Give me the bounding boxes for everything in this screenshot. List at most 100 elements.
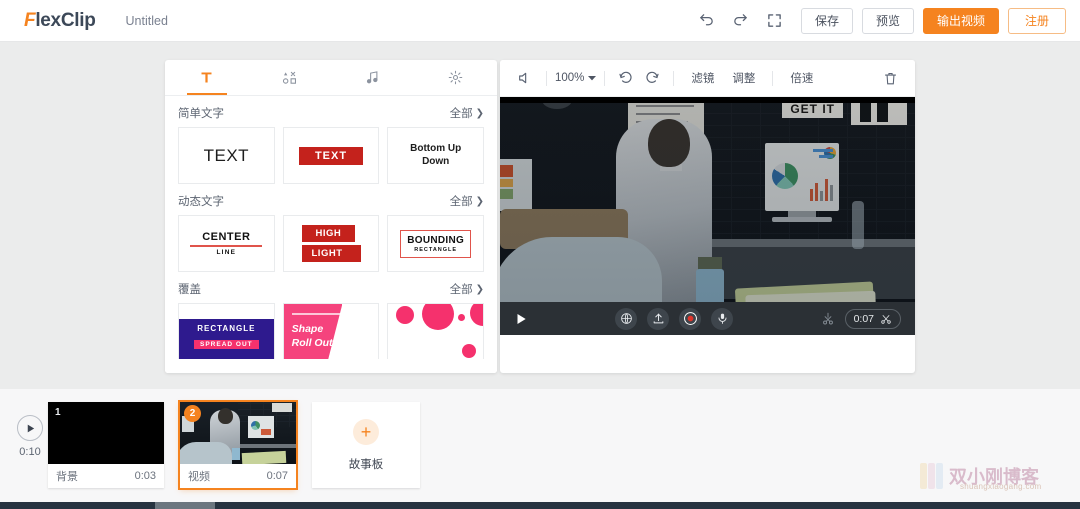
preview-toolbar: 100% 滤镜 调整 倍速 — [500, 60, 915, 97]
toolbar-divider — [772, 70, 774, 86]
clip-duration: 0:07 — [266, 470, 288, 482]
timeline-clip[interactable]: 1 背景 0:03 — [48, 402, 164, 488]
microphone-icon[interactable] — [711, 307, 734, 330]
redo-icon[interactable] — [724, 4, 758, 38]
template-card[interactable]: BOUNDING RECTANGLE — [387, 215, 485, 272]
plus-icon: + — [353, 418, 379, 445]
tab-music[interactable] — [331, 60, 414, 95]
zoom-level-dropdown[interactable]: 100% — [555, 72, 597, 84]
template-label-group: CENTER LINE — [190, 231, 263, 256]
tab-shapes[interactable] — [248, 60, 331, 95]
clip-name: 背景 — [56, 471, 78, 483]
filter-button[interactable]: 滤镜 — [691, 70, 714, 86]
save-button[interactable]: 保存 — [800, 7, 853, 34]
template-card[interactable]: Bottom Up Down — [387, 127, 485, 184]
chevron-right-icon: ❯ — [475, 107, 484, 119]
timeline-play-group: 0:10 — [8, 415, 52, 458]
template-label-line2: Down — [422, 155, 450, 167]
dot-decoration — [458, 314, 466, 321]
flexclip-logo[interactable]: FlexClip — [24, 10, 96, 32]
upload-icon[interactable] — [647, 307, 670, 330]
template-row-overlay: RECTANGLE SPREAD OUT Shape Roll Out — [165, 303, 497, 360]
section-see-all-link[interactable]: 全部 ❯ — [450, 193, 484, 209]
add-storyboard-label: 故事板 — [348, 458, 384, 471]
dot-decoration — [396, 306, 415, 324]
timeline-bar: 0:10 1 背景 0:03 2 视频 0:07 + 故事板 — [0, 389, 1080, 502]
dot-decoration — [470, 304, 484, 326]
video-preview-stage[interactable]: GET IT — [500, 97, 915, 335]
timeline-clip[interactable]: 2 视频 0:07 — [180, 402, 296, 488]
player-trim-group: 0:07 — [821, 308, 901, 329]
player-action-group — [615, 307, 734, 330]
section-see-all-link[interactable]: 全部 ❯ — [450, 105, 484, 121]
panel-content[interactable]: 简单文字 全部 ❯ TEXT TEXT Bottom Up Down 动态文字 — [165, 96, 497, 373]
volume-icon[interactable] — [512, 65, 538, 91]
horizontal-scrollbar[interactable] — [155, 502, 215, 509]
template-card[interactable]: TEXT — [178, 127, 275, 184]
template-label-line2: Roll Out — [291, 336, 333, 349]
timeline-play-button[interactable] — [17, 415, 43, 441]
current-time-label: 0:07 — [853, 312, 874, 325]
template-label-group: BOUNDING RECTANGLE — [400, 229, 472, 258]
section-header-overlay: 覆盖 全部 ❯ — [165, 272, 497, 303]
template-label-group: HIGH LIGHT — [301, 225, 361, 262]
panel-bottom-fade — [165, 359, 497, 373]
add-storyboard-button[interactable]: + 故事板 — [312, 402, 420, 488]
template-label-line2: LINE — [216, 248, 237, 256]
panel-tab-bar — [165, 60, 497, 96]
trash-icon[interactable] — [877, 65, 903, 91]
preview-button[interactable]: 预览 — [861, 7, 914, 34]
see-all-label: 全部 — [449, 196, 473, 208]
adjust-button[interactable]: 调整 — [732, 70, 755, 86]
app-header: FlexClip Untitled 保存 预览 输出视频 注册 — [0, 0, 1080, 42]
rotate-right-icon[interactable] — [639, 65, 665, 91]
toolbar-divider — [546, 70, 547, 86]
clip-name: 视频 — [188, 471, 210, 483]
clip-thumbnail: 2 — [180, 402, 296, 464]
clip-meta: 背景 0:03 — [48, 464, 164, 488]
section-see-all-link[interactable]: 全部 ❯ — [450, 281, 484, 297]
template-label-line1: RECTANGLE — [197, 324, 256, 333]
tab-text[interactable] — [165, 60, 248, 95]
template-card[interactable] — [387, 303, 485, 360]
trim-time-pill[interactable]: 0:07 — [844, 308, 901, 329]
dot-decoration — [462, 344, 477, 358]
timeline-clip-list: 1 背景 0:03 2 视频 0:07 + 故事板 — [48, 402, 420, 488]
template-label-group: Bottom Up Down — [410, 143, 461, 168]
rotate-left-icon[interactable] — [613, 65, 639, 91]
document-title[interactable]: Untitled — [126, 14, 168, 28]
globe-icon[interactable] — [615, 307, 638, 330]
template-row-simple-text: TEXT TEXT Bottom Up Down — [165, 127, 497, 184]
template-label-group: RECTANGLE SPREAD OUT — [179, 319, 274, 359]
preview-panel: 100% 滤镜 调整 倍速 GET IT — [500, 60, 915, 373]
export-video-button[interactable]: 输出视频 — [922, 7, 999, 34]
scissors-icon — [881, 314, 891, 324]
scene-color-grade — [500, 97, 915, 335]
template-card[interactable]: RECTANGLE SPREAD OUT — [178, 303, 275, 360]
template-label-line2: RECTANGLE — [414, 246, 458, 253]
zoom-level-value: 100% — [555, 72, 585, 84]
template-label: TEXT — [298, 146, 364, 165]
signup-button[interactable]: 注册 — [1008, 7, 1066, 34]
record-icon[interactable] — [679, 307, 702, 330]
template-label-line2: LIGHT — [301, 245, 361, 262]
play-icon[interactable] — [514, 312, 528, 326]
template-label-line1: Bottom Up — [410, 143, 462, 154]
section-title: 动态文字 — [178, 196, 224, 208]
fullscreen-icon[interactable] — [758, 4, 792, 38]
template-card[interactable]: HIGH LIGHT — [282, 215, 380, 272]
dot-decoration — [422, 304, 455, 330]
section-header-dynamic-text: 动态文字 全部 ❯ — [165, 184, 497, 215]
split-icon[interactable] — [821, 312, 835, 326]
template-card[interactable]: TEXT — [282, 127, 380, 184]
tab-settings[interactable] — [414, 60, 497, 95]
speed-button[interactable]: 倍速 — [790, 70, 813, 86]
undo-icon[interactable] — [690, 4, 724, 38]
section-header-simple-text: 简单文字 全部 ❯ — [165, 96, 497, 127]
header-actions: 保存 预览 输出视频 注册 — [690, 4, 1066, 38]
template-label-line2: SPREAD OUT — [194, 340, 259, 349]
template-card[interactable]: CENTER LINE — [178, 215, 275, 272]
divider-line — [190, 245, 263, 247]
template-card[interactable]: Shape Roll Out — [282, 303, 380, 360]
clip-meta: 视频 0:07 — [180, 464, 296, 488]
